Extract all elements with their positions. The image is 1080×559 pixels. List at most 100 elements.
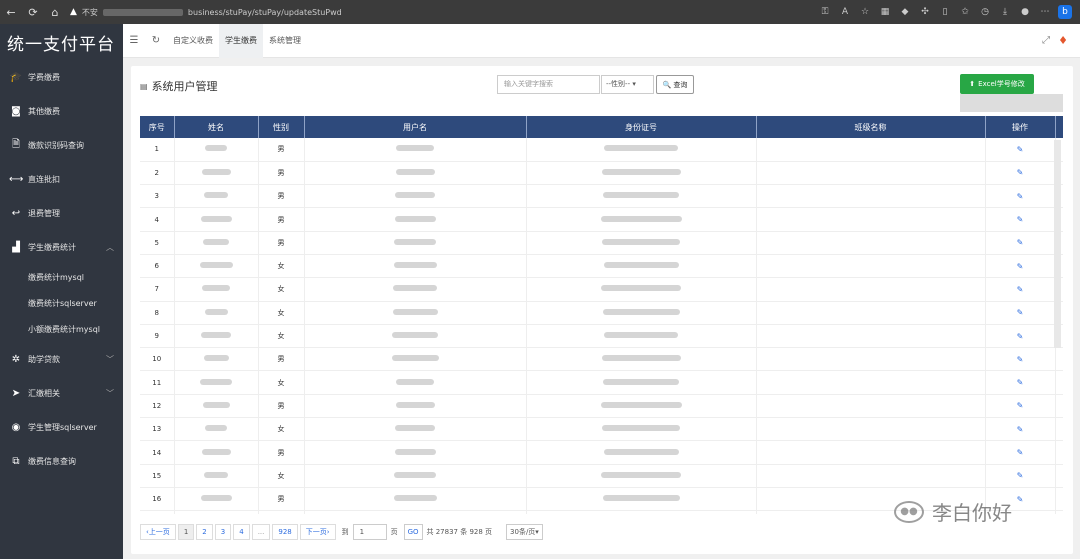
split-icon[interactable]: ▯ bbox=[938, 5, 952, 19]
back-icon[interactable]: ← bbox=[0, 0, 22, 24]
page-2[interactable]: 2 bbox=[196, 524, 213, 540]
refresh-icon[interactable]: ↻ bbox=[145, 35, 167, 46]
edit-key-icon[interactable]: ✎ bbox=[1017, 168, 1024, 177]
page-3[interactable]: 3 bbox=[214, 524, 232, 540]
address-bar[interactable]: ▲ 不安 business/stuPay/stuPay/updateStuPwd bbox=[70, 3, 760, 21]
sidebar-item-direct-debit[interactable]: ⟷ 直连批扣 bbox=[0, 162, 123, 196]
history-icon[interactable]: ◷ bbox=[978, 5, 992, 19]
edit-key-icon[interactable]: ✎ bbox=[1017, 471, 1024, 480]
sidebar-item-loan[interactable]: ✲ 助学贷款 ﹀ bbox=[0, 342, 123, 376]
cell-index: 15 bbox=[140, 464, 175, 488]
table-scrollbar[interactable] bbox=[1054, 140, 1061, 348]
cell-username bbox=[304, 394, 527, 419]
cell-class bbox=[756, 324, 986, 349]
star-icon[interactable]: ☆ bbox=[858, 5, 872, 19]
excel-modify-button[interactable]: ⬆ Excel学号修改 bbox=[960, 74, 1034, 94]
profile-icon[interactable]: ● bbox=[1018, 5, 1032, 19]
download-icon[interactable]: ⤓ bbox=[998, 5, 1012, 19]
sidebar-item-statistics[interactable]: ▟ 学生缴费统计 ︿ bbox=[0, 230, 123, 264]
cell-action[interactable]: ✎ bbox=[985, 207, 1056, 232]
sidebar-subitem-mysql[interactable]: 缴费统计mysql bbox=[0, 264, 123, 290]
cell-action[interactable]: ✎ bbox=[985, 347, 1056, 372]
read-aloud-icon[interactable]: A bbox=[838, 5, 852, 19]
cell-spacer bbox=[1055, 464, 1063, 488]
extension2-icon[interactable]: ◆ bbox=[898, 5, 912, 19]
sidebar-subitem-sqlserver[interactable]: 缴费统计sqlserver bbox=[0, 290, 123, 316]
hamburger-icon[interactable]: ☰ bbox=[123, 35, 145, 46]
url-path: business/stuPay/stuPay/updateStuPwd bbox=[187, 7, 342, 17]
refresh-icon[interactable]: ⟳ bbox=[22, 0, 44, 24]
goto-page-input[interactable]: 1 bbox=[352, 524, 387, 540]
sidebar-item-other-fees[interactable]: ◙ 其他缴费 bbox=[0, 94, 123, 128]
edit-key-icon[interactable]: ✎ bbox=[1017, 448, 1024, 457]
cell-action[interactable]: ✎ bbox=[985, 440, 1056, 465]
fullscreen-icon[interactable]: ⤢ bbox=[1042, 35, 1050, 46]
tab-student-fee[interactable]: 学生缴费 bbox=[219, 23, 263, 58]
browser-toolbar: ← ⟳ ⌂ ▲ 不安 business/stuPay/stuPay/update… bbox=[0, 0, 1080, 24]
cell-action[interactable]: ✎ bbox=[985, 184, 1056, 209]
edit-key-icon[interactable]: ✎ bbox=[1017, 425, 1024, 434]
cell-action[interactable]: ✎ bbox=[985, 277, 1056, 302]
menu-icon[interactable]: ⋯ bbox=[1038, 5, 1052, 19]
prev-page-button[interactable]: ‹ 上一页 bbox=[140, 524, 176, 540]
edit-key-icon[interactable]: ✎ bbox=[1017, 378, 1024, 387]
tshirt-icon[interactable]: ♦ bbox=[1058, 34, 1068, 47]
cell-index: 12 bbox=[140, 394, 175, 419]
favorites-icon[interactable]: ✩ bbox=[958, 5, 972, 19]
edit-key-icon[interactable]: ✎ bbox=[1017, 262, 1024, 271]
edit-key-icon[interactable]: ✎ bbox=[1017, 215, 1024, 224]
cell-action[interactable]: ✎ bbox=[985, 324, 1056, 349]
sidebar-item-refund[interactable]: ↩ 退费管理 bbox=[0, 196, 123, 230]
sidebar-item-payment-query[interactable]: ⧉ 缴费信息查询 bbox=[0, 444, 123, 478]
edit-key-icon[interactable]: ✎ bbox=[1017, 401, 1024, 410]
edit-key-icon[interactable]: ✎ bbox=[1017, 145, 1024, 154]
cell-action[interactable]: ✎ bbox=[985, 464, 1056, 488]
edit-key-icon[interactable]: ✎ bbox=[1017, 238, 1024, 247]
edit-key-icon[interactable]: ✎ bbox=[1017, 192, 1024, 201]
sidebar-item-tuition[interactable]: 🎓 学费缴费 bbox=[0, 60, 123, 94]
query-button[interactable]: 🔍 查询 bbox=[656, 75, 694, 94]
redacted-text bbox=[603, 378, 679, 385]
edit-key-icon[interactable]: ✎ bbox=[1017, 355, 1024, 364]
tab-custom-fee[interactable]: 自定义收费 bbox=[167, 24, 219, 58]
edit-key-icon[interactable]: ✎ bbox=[1017, 495, 1024, 504]
page-4[interactable]: 4 bbox=[233, 524, 250, 540]
tab-system-mgmt[interactable]: 系统管理 bbox=[263, 24, 307, 58]
page-1[interactable]: 1 bbox=[177, 524, 195, 540]
per-page-select[interactable]: 30条/页 ▾ bbox=[506, 524, 543, 540]
cell-action[interactable]: ✎ bbox=[985, 394, 1056, 419]
cell-action[interactable]: ✎ bbox=[985, 161, 1056, 186]
cell-action[interactable]: ✎ bbox=[985, 138, 1056, 162]
edit-key-icon[interactable]: ✎ bbox=[1017, 285, 1024, 294]
puzzle-icon[interactable]: ✣ bbox=[918, 5, 932, 19]
redacted-text bbox=[203, 238, 229, 245]
cell-username bbox=[304, 510, 527, 514]
sidebar-item-remittance[interactable]: ➤ 汇缴相关 ﹀ bbox=[0, 376, 123, 410]
home-icon[interactable]: ⌂ bbox=[44, 0, 66, 24]
cell-action[interactable]: ✎ bbox=[985, 417, 1056, 442]
gender-select[interactable]: --性别-- ▾ bbox=[601, 75, 654, 94]
next-label: 下一页 bbox=[305, 528, 327, 536]
cell-name bbox=[174, 347, 259, 372]
extension-icon[interactable]: ▦ bbox=[878, 5, 892, 19]
cell-action[interactable]: ✎ bbox=[985, 370, 1056, 395]
sidebar-item-code-query[interactable]: 🗎 缴款识别码查询 bbox=[0, 128, 123, 162]
go-button[interactable]: GO bbox=[403, 524, 423, 540]
page-last[interactable]: 928 bbox=[272, 524, 298, 540]
cell-action[interactable]: ✎ bbox=[985, 231, 1056, 255]
edit-key-icon[interactable]: ✎ bbox=[1017, 308, 1024, 317]
sidebar-item-student-mgmt[interactable]: ◉ 学生管理sqlserver bbox=[0, 410, 123, 444]
search-input[interactable]: 输入关键字搜索 bbox=[497, 75, 600, 94]
cell-id-number bbox=[526, 231, 757, 255]
cell-name bbox=[174, 301, 259, 325]
next-page-button[interactable]: 下一页 › bbox=[299, 524, 336, 540]
sidebar-subitem-small-mysql[interactable]: 小额缴费统计mysql bbox=[0, 316, 123, 342]
table-row: 5 男 ✎ bbox=[140, 231, 1063, 255]
cell-action[interactable]: ✎ bbox=[985, 301, 1056, 325]
edit-key-icon[interactable]: ✎ bbox=[1017, 332, 1024, 341]
redacted-text bbox=[205, 145, 227, 152]
bing-icon[interactable]: b bbox=[1058, 5, 1072, 19]
cell-action[interactable]: ✎ bbox=[985, 254, 1056, 279]
cell-id-number bbox=[526, 138, 757, 162]
key-icon[interactable]: ⚿ bbox=[818, 5, 832, 19]
